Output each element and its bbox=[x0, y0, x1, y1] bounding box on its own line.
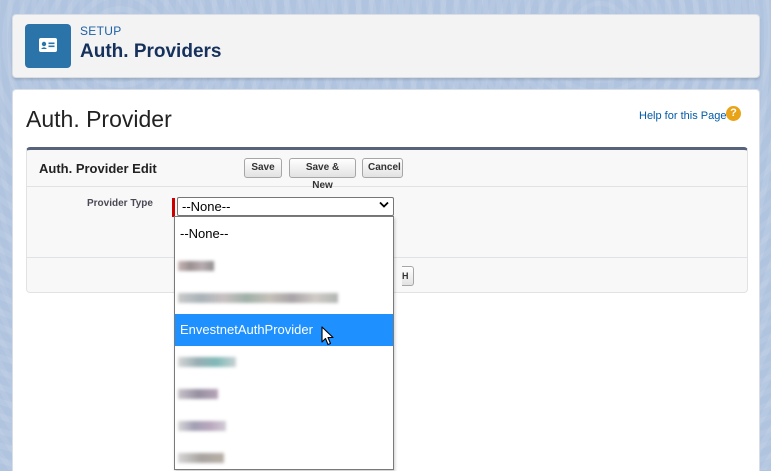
edit-panel-header: Auth. Provider Edit Save Save & New Canc… bbox=[27, 150, 747, 191]
cancel-button[interactable]: Cancel bbox=[362, 158, 403, 178]
mouse-pointer-icon bbox=[321, 326, 334, 346]
setup-label: SETUP bbox=[80, 24, 122, 38]
help-icon[interactable]: ? bbox=[726, 106, 741, 121]
option-redacted-4[interactable] bbox=[175, 378, 393, 410]
option-redacted-1[interactable] bbox=[175, 250, 393, 282]
required-indicator bbox=[172, 198, 175, 217]
page-title: Auth. Providers bbox=[80, 41, 222, 62]
option-redacted-5[interactable] bbox=[175, 410, 393, 442]
chevron-down-icon bbox=[379, 201, 389, 208]
select-value: --None-- bbox=[182, 199, 231, 214]
provider-type-select[interactable]: --None-- bbox=[177, 197, 394, 216]
bottom-button-partial[interactable]: H bbox=[402, 266, 414, 286]
provider-type-label: Provider Type bbox=[87, 198, 153, 209]
setup-header: SETUP Auth. Providers bbox=[12, 14, 760, 78]
section-title: Auth. Provider bbox=[26, 106, 172, 132]
provider-type-dropdown: --None-- EnvestnetAuthProvider bbox=[174, 216, 394, 470]
option-redacted-3[interactable] bbox=[175, 346, 393, 378]
help-link[interactable]: Help for this Page bbox=[639, 110, 726, 122]
option-redacted-2[interactable] bbox=[175, 282, 393, 314]
bottom-button-partial-label: H bbox=[402, 271, 409, 281]
save-and-new-button[interactable]: Save & New bbox=[289, 158, 356, 191]
id-card-icon bbox=[25, 24, 71, 68]
option-redacted-6[interactable] bbox=[175, 442, 393, 469]
option-none[interactable]: --None-- bbox=[175, 218, 393, 250]
save-button[interactable]: Save bbox=[244, 158, 282, 178]
edit-panel-title: Auth. Provider Edit bbox=[39, 161, 157, 176]
option-envestnet[interactable]: EnvestnetAuthProvider bbox=[175, 314, 393, 346]
